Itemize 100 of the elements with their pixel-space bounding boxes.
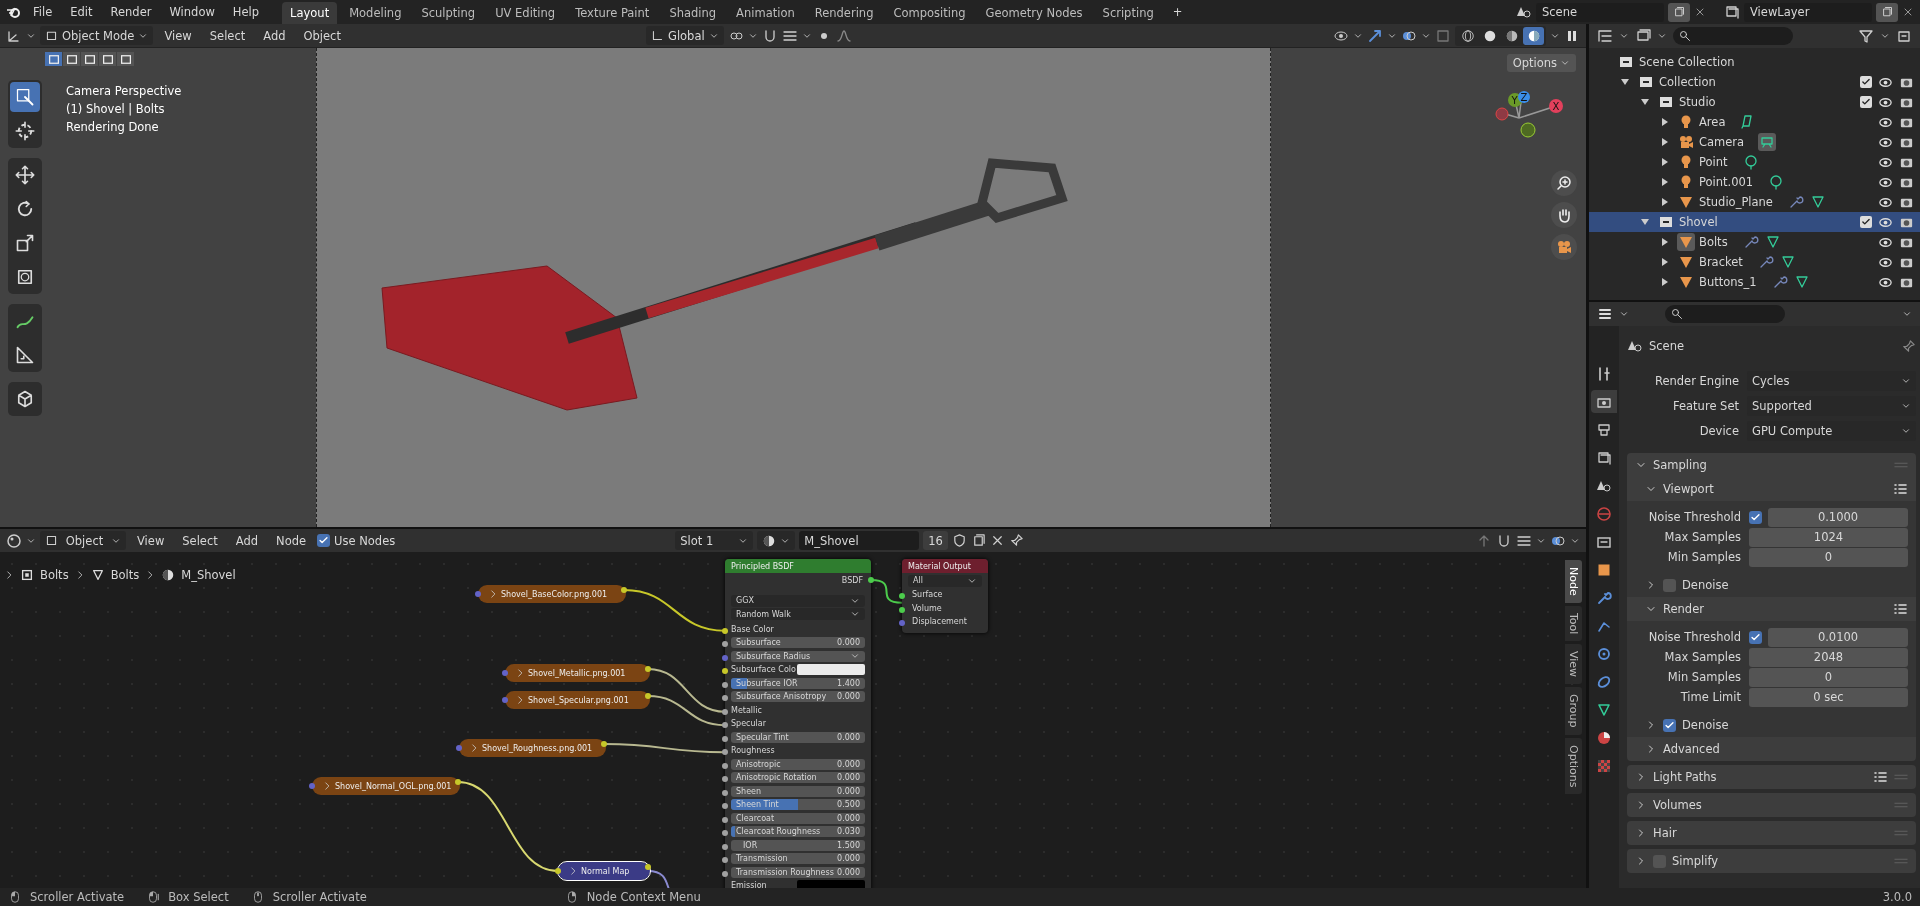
checkbox[interactable] — [1663, 718, 1676, 732]
outliner-row[interactable]: Scene Collection — [1589, 52, 1920, 72]
select-mode-icon[interactable] — [63, 52, 80, 66]
dropdown[interactable]: Supported — [1747, 395, 1916, 416]
disclosure-triangle-icon[interactable] — [1661, 238, 1669, 246]
node-socket[interactable] — [722, 708, 728, 715]
workspace-tab[interactable]: Geometry Nodes — [977, 2, 1091, 24]
outliner-row[interactable]: Camera — [1589, 132, 1920, 152]
sidebar-tab[interactable]: View — [1565, 644, 1582, 685]
menu-item[interactable]: Node — [269, 531, 314, 550]
display-mode-icon[interactable] — [1635, 28, 1651, 44]
shield-icon[interactable] — [951, 533, 967, 548]
disclosure-triangle-icon[interactable] — [1661, 118, 1669, 126]
workspace-tab[interactable]: Shading — [661, 2, 725, 24]
image-texture-node[interactable]: Shovel_Specular.png.001 — [505, 691, 650, 709]
disclosure-triangle-icon[interactable] — [1661, 178, 1669, 186]
outliner-row[interactable]: Collection — [1589, 72, 1920, 92]
sidebar-tab[interactable]: Node — [1565, 560, 1582, 603]
node-socket[interactable] — [722, 830, 728, 837]
workspace-tab[interactable]: Animation — [728, 2, 803, 24]
disclosure-triangle-icon[interactable] — [1661, 278, 1669, 286]
node-socket[interactable] — [722, 695, 728, 702]
disclosure-triangle-icon[interactable] — [1641, 98, 1649, 106]
panel-header[interactable]: Volumes — [1627, 793, 1916, 817]
menu-item[interactable]: Window — [162, 2, 222, 22]
outliner-row[interactable]: Point — [1589, 152, 1920, 172]
subpanel-header[interactable]: Viewport — [1627, 477, 1916, 501]
pin-icon[interactable] — [1901, 338, 1916, 354]
node-socket[interactable] — [722, 654, 728, 661]
filter-icon[interactable] — [1858, 28, 1874, 44]
disclosure-triangle-icon[interactable] — [1661, 158, 1669, 166]
checkbox[interactable] — [1860, 96, 1872, 108]
select-box-icon[interactable] — [10, 82, 40, 112]
subpanel-header[interactable]: Denoise — [1627, 713, 1916, 737]
checkbox[interactable] — [1860, 216, 1872, 228]
breadcrumb-item[interactable]: M_Shovel — [181, 568, 236, 582]
presets-icon[interactable] — [1892, 601, 1908, 617]
node-socket[interactable] — [722, 816, 728, 823]
node-socket[interactable] — [601, 741, 607, 747]
image-texture-node[interactable]: Shovel_Roughness.png.001 — [459, 739, 606, 757]
number-field[interactable]: 1024 — [1749, 527, 1908, 547]
disclosure-triangle-icon[interactable] — [1661, 198, 1669, 206]
value-slider[interactable]: Sheen 0.000 — [731, 785, 865, 797]
panel-header[interactable]: Light Paths — [1627, 765, 1916, 789]
menu-item[interactable]: View — [130, 531, 172, 550]
workspace-tab[interactable]: Scripting — [1094, 2, 1162, 24]
number-field[interactable]: 0 — [1749, 667, 1908, 687]
number-field[interactable]: 0 — [1749, 547, 1908, 567]
node-socket[interactable] — [722, 627, 728, 634]
menu-item[interactable]: Add — [228, 531, 266, 550]
workspace-tab[interactable]: Sculpting — [413, 2, 484, 24]
render-icon[interactable] — [1591, 390, 1617, 413]
node-socket[interactable] — [455, 779, 461, 785]
node-socket[interactable] — [722, 681, 728, 688]
node-socket[interactable] — [722, 870, 728, 877]
value-slider[interactable]: Anisotropic 0.000 — [731, 758, 865, 770]
disclosure-triangle-icon[interactable] — [1641, 218, 1649, 226]
options-dropdown[interactable]: Options — [1506, 54, 1576, 72]
number-field[interactable]: 0 sec — [1749, 687, 1908, 707]
checkbox[interactable] — [1860, 76, 1872, 88]
node-socket[interactable] — [722, 776, 728, 783]
node-socket[interactable] — [309, 783, 315, 789]
hand-icon[interactable] — [1551, 202, 1577, 228]
node-socket[interactable] — [722, 762, 728, 769]
layers-icon[interactable] — [1724, 4, 1740, 20]
number-field[interactable]: IOR 1.500 — [731, 839, 865, 851]
workspace-tab[interactable]: Rendering — [806, 2, 882, 24]
select-mode-icon[interactable] — [81, 52, 98, 66]
select-mode-icon[interactable] — [117, 52, 134, 66]
node-socket[interactable] — [555, 868, 561, 874]
color-swatch[interactable] — [797, 880, 865, 888]
menu-item[interactable]: Object — [296, 26, 348, 45]
workspace-tab[interactable]: Modeling — [341, 2, 410, 24]
node-socket[interactable] — [502, 670, 508, 676]
panel-header[interactable]: Sampling — [1627, 453, 1916, 477]
material-name-field[interactable]: M_Shovel — [799, 531, 920, 550]
disclosure-triangle-icon[interactable] — [1661, 138, 1669, 146]
outliner-row[interactable]: Bolts — [1589, 232, 1920, 252]
sidebar-tab[interactable]: Group — [1565, 687, 1582, 735]
menu-item[interactable]: Select — [175, 531, 225, 550]
outliner-row[interactable]: Buttons_1 — [1589, 272, 1920, 292]
outliner-row[interactable]: Area — [1589, 112, 1920, 132]
camera-data-icon[interactable] — [1758, 133, 1777, 151]
outliner-row[interactable]: Studio_Plane — [1589, 192, 1920, 212]
menu-item[interactable]: Add — [256, 26, 293, 45]
outliner-row[interactable]: Bracket — [1589, 252, 1920, 272]
outliner-row[interactable]: Shovel — [1589, 212, 1920, 232]
search-field[interactable] — [1665, 305, 1785, 323]
pin-icon[interactable] — [1008, 533, 1024, 548]
outliner-row[interactable]: Point.001 — [1589, 172, 1920, 192]
outliner-row[interactable]: Studio — [1589, 92, 1920, 112]
value-slider[interactable]: Subsurface 0.000 — [731, 637, 865, 649]
node-socket[interactable] — [722, 803, 728, 810]
menu-item[interactable]: Edit — [63, 2, 100, 22]
node-socket[interactable] — [621, 587, 627, 593]
material-browse-button[interactable] — [757, 531, 796, 550]
workspace-tab[interactable]: UV Editing — [487, 2, 564, 24]
checkbox[interactable] — [1663, 578, 1676, 592]
presets-icon[interactable] — [1872, 769, 1888, 785]
dropdown[interactable]: Cycles — [1747, 370, 1916, 391]
